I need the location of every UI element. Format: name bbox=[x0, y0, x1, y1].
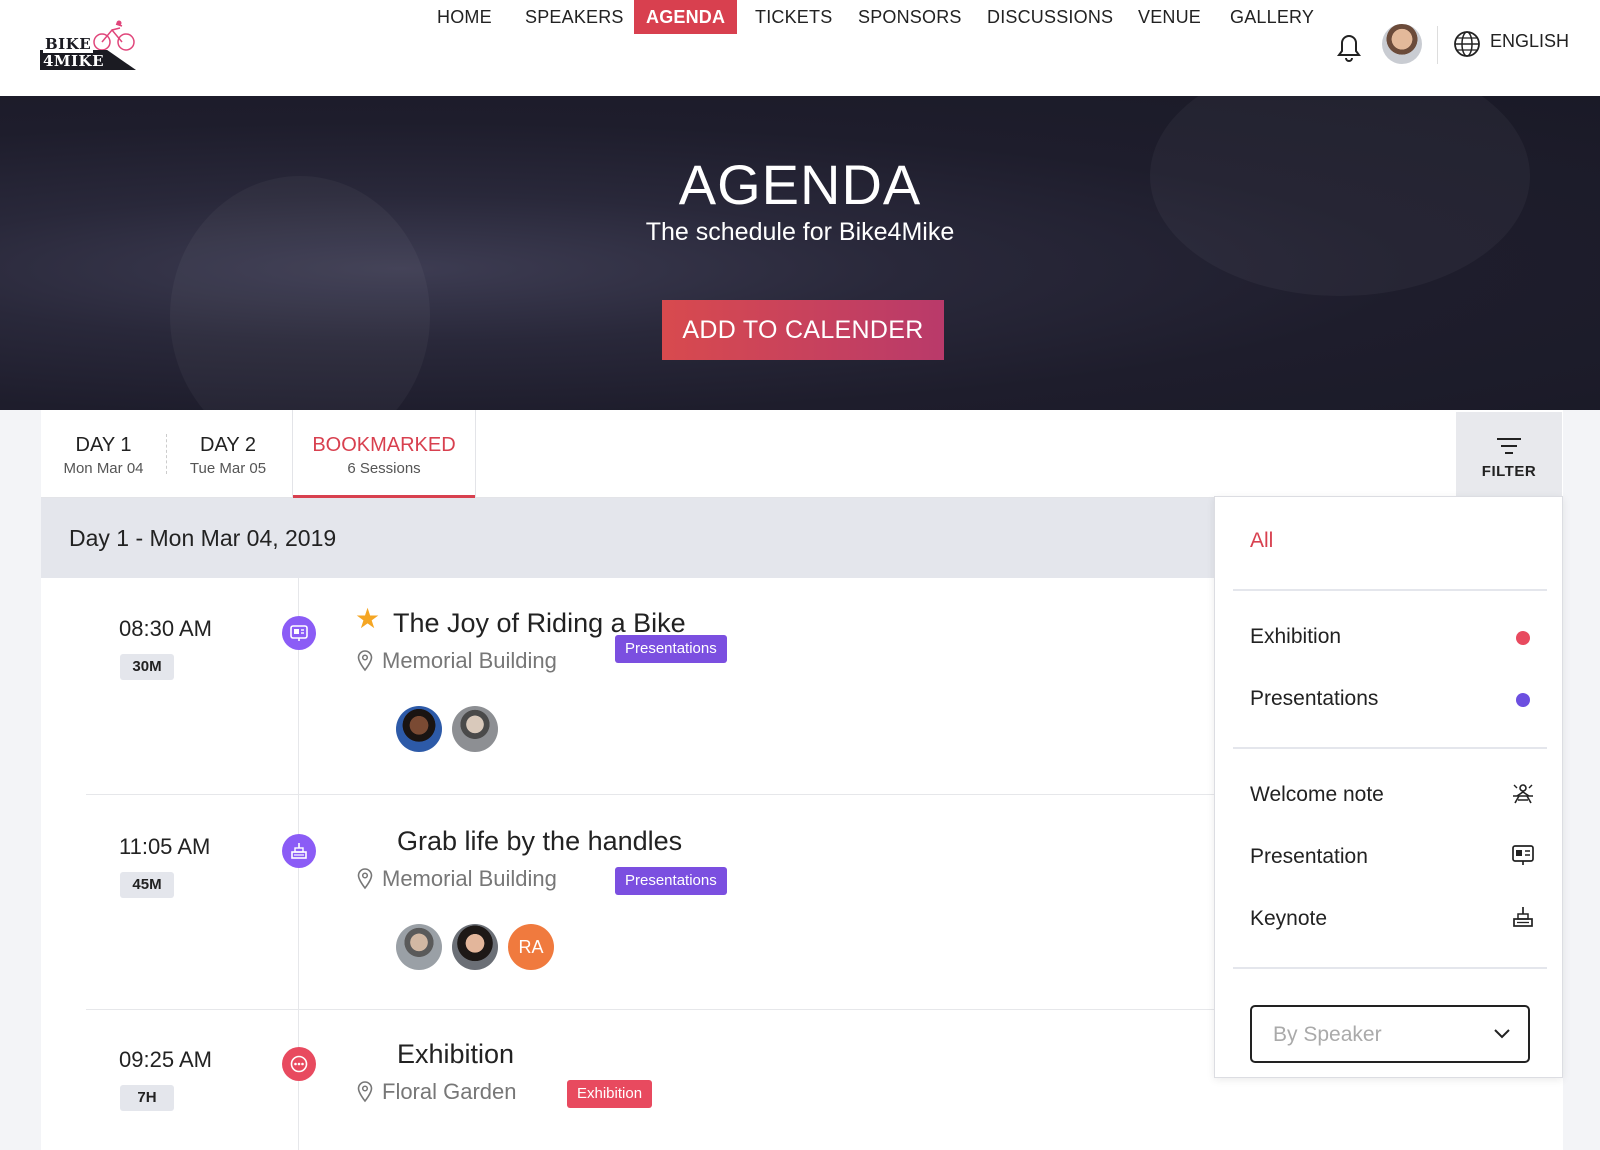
session-type-badge bbox=[282, 834, 316, 868]
bookmark-star-icon[interactable]: ★ bbox=[355, 602, 380, 635]
nav-gallery[interactable]: GALLERY bbox=[1230, 0, 1314, 34]
day-tabs: DAY 1 Mon Mar 04 DAY 2 Tue Mar 05 BOOKMA… bbox=[41, 410, 1563, 498]
speaker-avatar[interactable] bbox=[452, 706, 498, 752]
day-header-text: Day 1 - Mon Mar 04, 2019 bbox=[69, 525, 337, 551]
tab-separator bbox=[475, 410, 476, 498]
language-selector[interactable]: ENGLISH bbox=[1490, 31, 1569, 52]
session-category-tag: Presentations bbox=[615, 867, 727, 895]
session-type-badge bbox=[282, 1047, 316, 1081]
page-subtitle: The schedule for Bike4Mike bbox=[645, 218, 955, 246]
logo-text-line1: BIKE bbox=[43, 35, 94, 53]
session-title[interactable]: Grab life by the handles bbox=[397, 826, 682, 857]
session-time: 08:30 AM bbox=[119, 616, 212, 641]
tab-title: DAY 1 bbox=[75, 434, 132, 456]
presentation-icon bbox=[1512, 845, 1534, 865]
filter-option-all[interactable]: All bbox=[1250, 529, 1273, 553]
bike4mike-logo[interactable]: BIKE 4MIKE bbox=[40, 20, 136, 72]
filter-option-welcome-note[interactable]: Welcome note bbox=[1250, 783, 1384, 807]
session-location: Floral Garden bbox=[382, 1079, 517, 1104]
nav-sponsors[interactable]: SPONSORS bbox=[858, 0, 962, 34]
nav-home[interactable]: HOME bbox=[437, 0, 492, 34]
exhibition-color-dot bbox=[1516, 631, 1530, 645]
filter-icon bbox=[1497, 438, 1521, 454]
location-pin-icon bbox=[357, 1081, 373, 1103]
filter-option-presentation[interactable]: Presentation bbox=[1250, 845, 1368, 869]
speaker-avatar-initials[interactable]: RA bbox=[508, 924, 554, 970]
session-location: Memorial Building bbox=[382, 866, 557, 891]
nav-tickets[interactable]: TICKETS bbox=[755, 0, 832, 34]
speaker-avatar[interactable] bbox=[452, 924, 498, 970]
session-type-badge bbox=[282, 616, 316, 650]
keynote-icon bbox=[291, 843, 307, 859]
tab-day-1[interactable]: DAY 1 Mon Mar 04 bbox=[41, 410, 166, 498]
tab-day-2[interactable]: DAY 2 Tue Mar 05 bbox=[166, 410, 290, 498]
add-to-calendar-button[interactable]: ADD TO CALENDER bbox=[662, 300, 944, 360]
exhibition-icon bbox=[290, 1055, 308, 1073]
session-title[interactable]: Exhibition bbox=[397, 1039, 514, 1070]
session-category-tag: Presentations bbox=[615, 635, 727, 663]
tab-subtitle: Mon Mar 04 bbox=[63, 460, 144, 477]
filter-dropdown-panel: All Exhibition Presentations Welcome not… bbox=[1214, 496, 1563, 1078]
session-time: 11:05 AM bbox=[119, 834, 211, 859]
notification-bell-icon[interactable] bbox=[1333, 30, 1365, 64]
filter-divider bbox=[1233, 967, 1547, 969]
logo-text-line2: 4MIKE bbox=[43, 52, 105, 70]
tab-subtitle: 6 Sessions bbox=[347, 460, 421, 477]
presentations-color-dot bbox=[1516, 693, 1530, 707]
nav-speakers[interactable]: SPEAKERS bbox=[525, 0, 624, 34]
tab-title: DAY 2 bbox=[200, 434, 256, 456]
location-pin-icon bbox=[357, 650, 373, 672]
location-pin-icon bbox=[357, 868, 373, 890]
page-title: AGENDA bbox=[678, 153, 922, 216]
speaker-filter-select[interactable]: By Speaker bbox=[1250, 1005, 1530, 1063]
header-divider bbox=[1437, 26, 1438, 64]
chevron-down-icon bbox=[1494, 1029, 1510, 1039]
nav-agenda[interactable]: AGENDA bbox=[634, 0, 738, 34]
cyclist-logo-icon bbox=[93, 20, 135, 51]
session-duration: 7H bbox=[120, 1085, 174, 1111]
filter-option-exhibition[interactable]: Exhibition bbox=[1250, 625, 1341, 649]
session-duration: 30M bbox=[120, 654, 174, 680]
welcome-note-icon bbox=[1513, 784, 1533, 804]
globe-icon[interactable] bbox=[1453, 30, 1481, 58]
filter-divider bbox=[1233, 589, 1547, 591]
nav-discussions[interactable]: DISCUSSIONS bbox=[987, 0, 1113, 34]
speaker-avatar[interactable] bbox=[396, 706, 442, 752]
filter-divider bbox=[1233, 747, 1547, 749]
session-time: 09:25 AM bbox=[119, 1047, 212, 1072]
tab-title: BOOKMARKED bbox=[312, 434, 456, 456]
speaker-avatar[interactable] bbox=[396, 924, 442, 970]
session-location: Memorial Building bbox=[382, 648, 557, 673]
session-duration: 45M bbox=[120, 872, 174, 898]
speaker-select-placeholder: By Speaker bbox=[1273, 1023, 1382, 1046]
nav-venue[interactable]: VENUE bbox=[1138, 0, 1201, 34]
tab-subtitle: Tue Mar 05 bbox=[189, 460, 267, 477]
keynote-icon bbox=[1513, 907, 1533, 927]
presentation-icon bbox=[290, 625, 308, 641]
session-category-tag: Exhibition bbox=[567, 1080, 653, 1108]
filter-option-presentations[interactable]: Presentations bbox=[1250, 687, 1378, 711]
tab-bookmarked[interactable]: BOOKMARKED 6 Sessions bbox=[293, 410, 475, 498]
agenda-hero-banner: AGENDA The schedule for Bike4Mike ADD TO… bbox=[0, 96, 1600, 410]
filter-button[interactable]: FILTER bbox=[1456, 412, 1562, 496]
filter-option-keynote[interactable]: Keynote bbox=[1250, 907, 1327, 931]
top-navigation-bar: BIKE 4MIKE HOME SPEAKERS AGENDA TICKETS … bbox=[0, 0, 1600, 96]
row-divider bbox=[86, 1009, 1316, 1010]
filter-label: FILTER bbox=[1481, 463, 1537, 480]
row-divider bbox=[86, 794, 1316, 795]
user-avatar[interactable] bbox=[1382, 24, 1422, 64]
